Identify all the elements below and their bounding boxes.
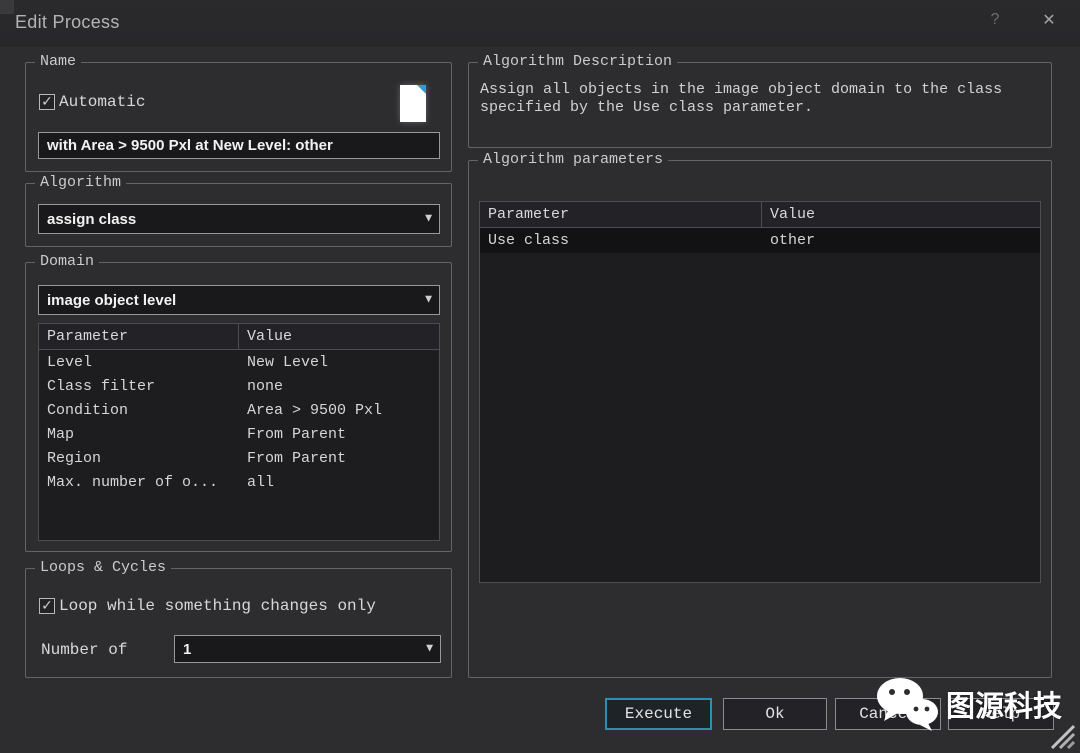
domain-row-value: all (239, 470, 439, 494)
algorithm-description-label: Algorithm Description (478, 53, 677, 70)
automatic-checkbox-label: Automatic (59, 93, 145, 111)
number-of-select[interactable]: 1 ▼ (174, 635, 441, 663)
domain-select[interactable]: image object level ▼ (38, 285, 440, 315)
watermark: 图源科技 (874, 676, 1062, 732)
automatic-checkbox-row[interactable]: ✓ Automatic (39, 93, 145, 111)
algorithm-description-group: Algorithm Description Assign all objects… (468, 62, 1052, 148)
chevron-down-icon: ▼ (425, 296, 432, 305)
domain-row-param: Class filter (39, 374, 239, 398)
domain-header-value[interactable]: Value (239, 324, 439, 349)
automatic-checkbox[interactable]: ✓ (39, 94, 55, 110)
domain-row-param: Map (39, 422, 239, 446)
algorithm-parameters-table: Parameter Value Use class other (479, 201, 1041, 583)
domain-select-value: image object level (47, 292, 176, 309)
process-name-input[interactable]: with Area > 9500 Pxl at New Level: other (38, 132, 440, 159)
window-title: Edit Process (15, 12, 120, 33)
document-fold-icon (417, 85, 426, 94)
domain-row-value: none (239, 374, 439, 398)
name-group-label: Name (35, 53, 81, 70)
number-of-value: 1 (183, 641, 191, 658)
domain-row-param: Region (39, 446, 239, 470)
domain-row-param: Max. number of o... (39, 470, 239, 494)
algorithm-select-value: assign class (47, 211, 136, 228)
algorithm-parameters-label: Algorithm parameters (478, 151, 668, 168)
window-icon (0, 0, 14, 14)
domain-row-value: From Parent (239, 422, 439, 446)
close-icon[interactable]: ✕ (1036, 8, 1062, 32)
loop-checkbox[interactable]: ✓ (39, 598, 55, 614)
parameters-header-value[interactable]: Value (762, 202, 1040, 227)
domain-row-param: Level (39, 350, 239, 374)
execute-button[interactable]: Execute (605, 698, 712, 730)
titlebar-help-icon[interactable]: ? (982, 8, 1008, 32)
loops-group-label: Loops & Cycles (35, 559, 171, 576)
parameters-row-param: Use class (480, 228, 762, 253)
loop-checkbox-row[interactable]: ✓ Loop while something changes only (39, 597, 376, 615)
table-row[interactable]: Level New Level (39, 350, 439, 374)
domain-row-value: Area > 9500 Pxl (239, 398, 439, 422)
wechat-icon (874, 676, 942, 732)
parameters-row-value: other (762, 228, 1040, 253)
table-row[interactable]: Max. number of o... all (39, 470, 439, 494)
loops-group: Loops & Cycles ✓ Loop while something ch… (25, 568, 452, 678)
document-icon[interactable] (400, 85, 426, 122)
domain-group: Domain image object level ▼ Parameter Va… (25, 262, 452, 552)
domain-row-value: New Level (239, 350, 439, 374)
parameters-header-parameter[interactable]: Parameter (480, 202, 762, 227)
algorithm-select[interactable]: assign class ▼ (38, 204, 440, 234)
chevron-down-icon: ▼ (426, 645, 433, 654)
parameters-table-header: Parameter Value (480, 202, 1040, 228)
domain-row-param: Condition (39, 398, 239, 422)
edit-process-dialog: { "window": { "title": "Edit Process" },… (0, 0, 1080, 753)
table-row[interactable]: Class filter none (39, 374, 439, 398)
name-group: Name ✓ Automatic with Area > 9500 Pxl at… (25, 62, 452, 172)
number-of-label: Number of (41, 641, 127, 659)
titlebar[interactable]: Edit Process ? ✕ (0, 0, 1080, 46)
chevron-down-icon: ▼ (425, 215, 432, 224)
watermark-text: 图源科技 (946, 683, 1062, 725)
table-row[interactable]: Map From Parent (39, 422, 439, 446)
algorithm-group: Algorithm assign class ▼ (25, 183, 452, 247)
loop-checkbox-label: Loop while something changes only (59, 597, 376, 615)
table-row[interactable]: Condition Area > 9500 Pxl (39, 398, 439, 422)
domain-table-header: Parameter Value (39, 324, 439, 350)
algorithm-group-label: Algorithm (35, 174, 126, 191)
ok-button[interactable]: Ok (723, 698, 827, 730)
domain-parameter-table: Parameter Value Level New Level Class fi… (38, 323, 440, 541)
table-row[interactable]: Region From Parent (39, 446, 439, 470)
domain-row-value: From Parent (239, 446, 439, 470)
algorithm-description-text: Assign all objects in the image object d… (480, 81, 1041, 117)
table-row[interactable]: Use class other (480, 228, 1040, 253)
domain-group-label: Domain (35, 253, 99, 270)
domain-header-parameter[interactable]: Parameter (39, 324, 239, 349)
algorithm-parameters-group: Algorithm parameters Parameter Value Use… (468, 160, 1052, 678)
